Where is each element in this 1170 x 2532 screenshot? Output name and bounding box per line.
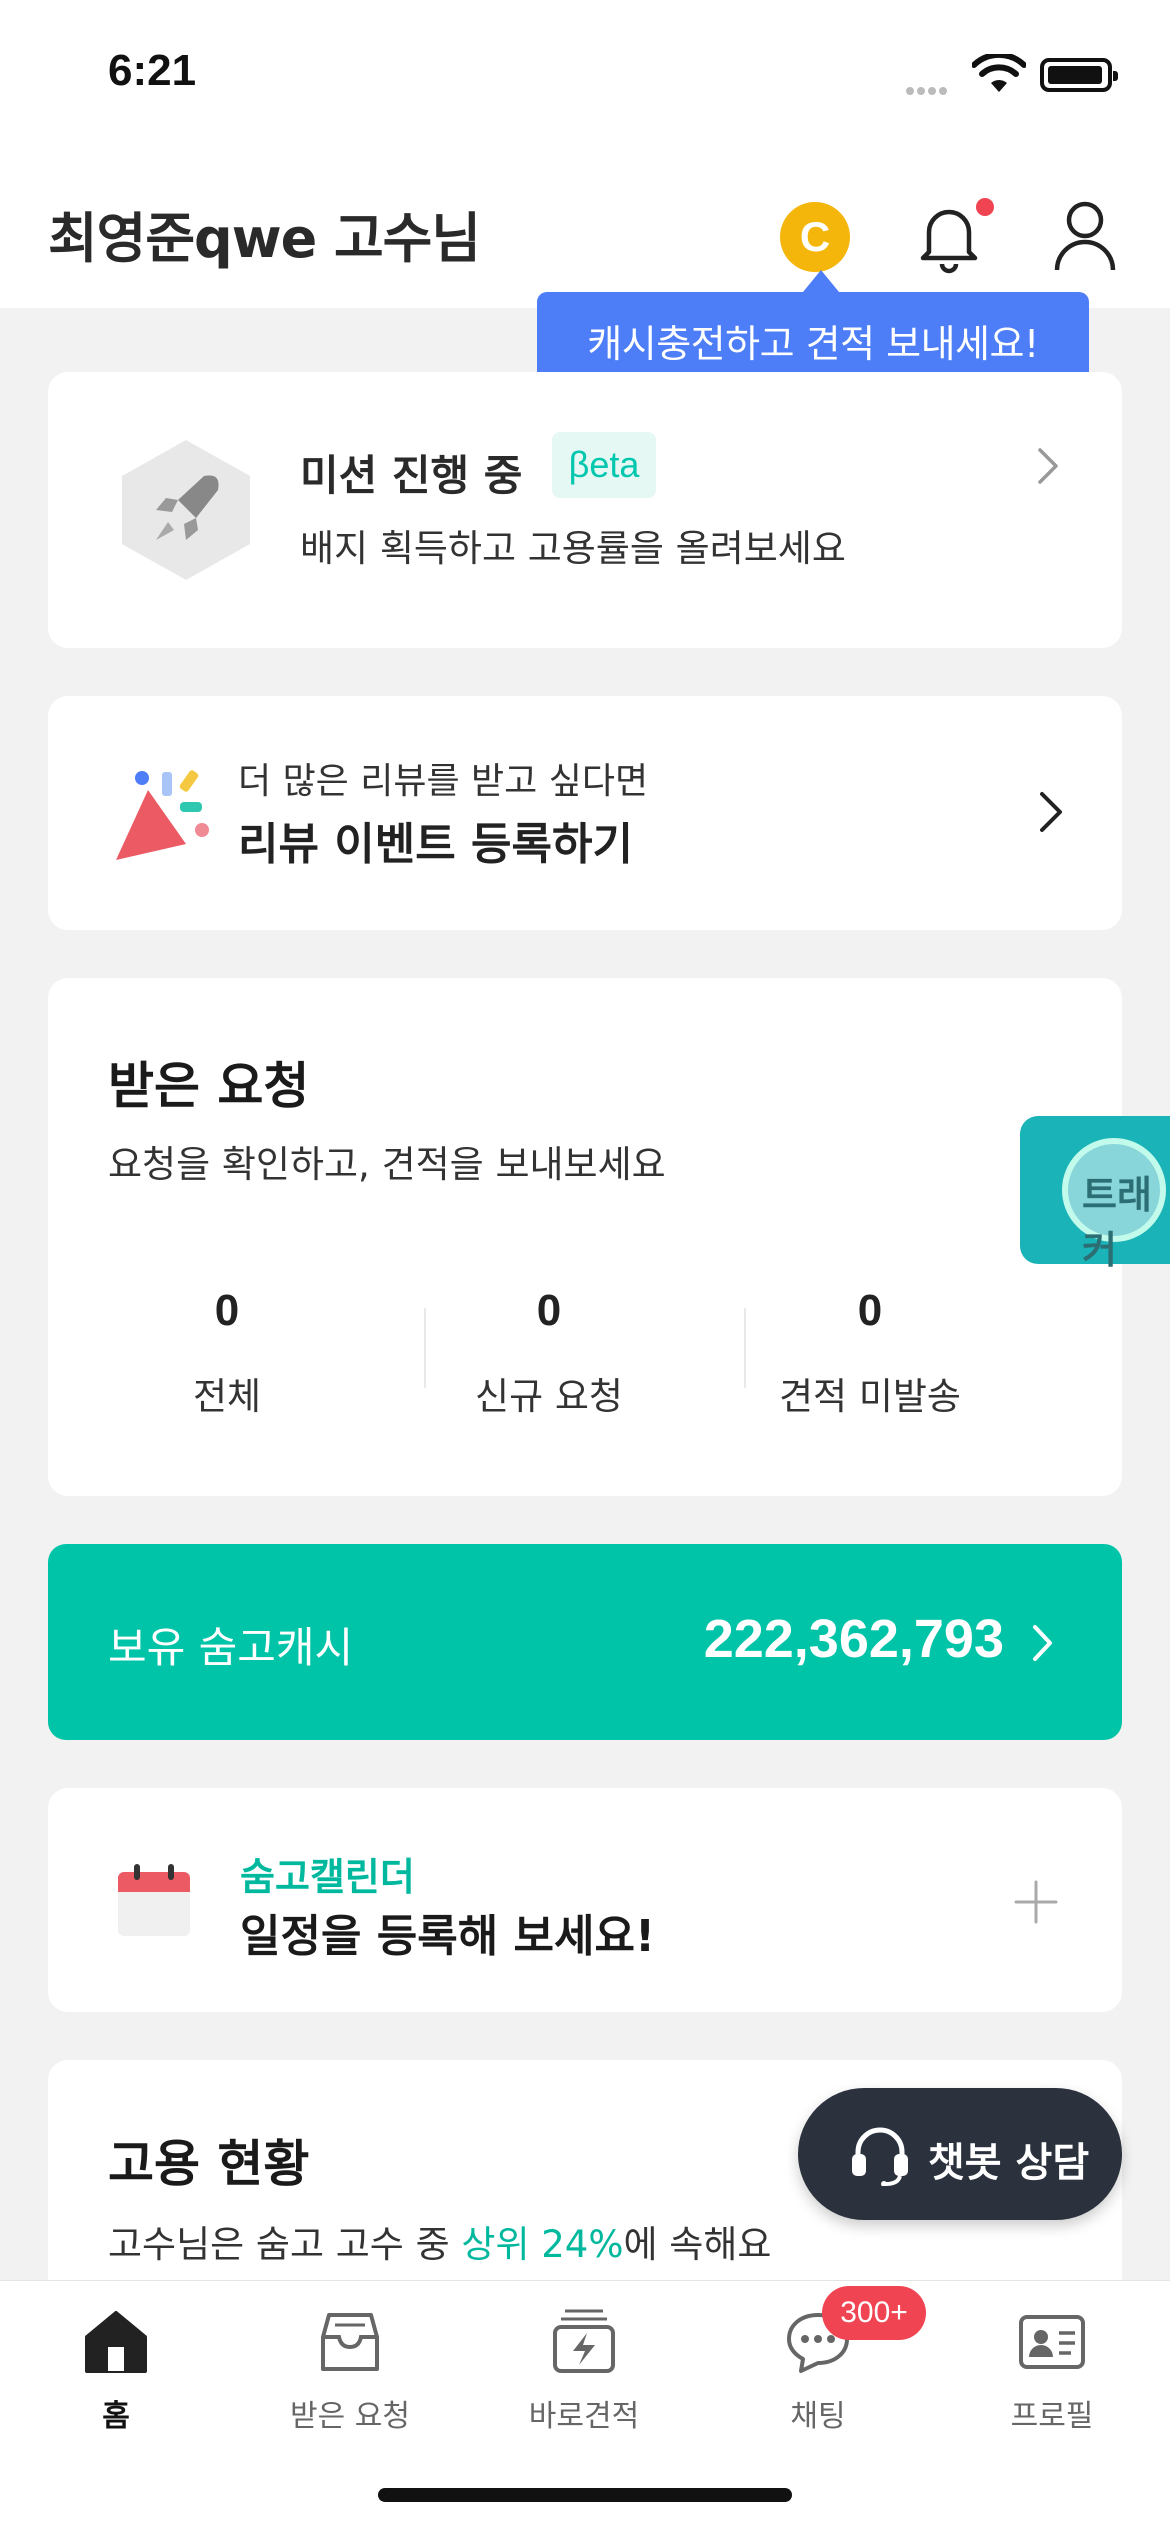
chevron-right-icon (1038, 448, 1058, 484)
home-icon (85, 2311, 147, 2373)
chatbot-button[interactable]: 챗봇 상담 (798, 2088, 1122, 2220)
cash-coin-icon[interactable]: C (780, 202, 850, 272)
status-time: 6:21 (108, 46, 197, 95)
nav-label: 받은 요청 (290, 2399, 410, 2434)
beta-tag: βeta (552, 432, 656, 498)
mission-subtitle: 배지 획득하고 고용률을 올려보세요 (300, 527, 846, 570)
nav-home[interactable]: 홈 (16, 2307, 216, 2435)
nav-quick-quote[interactable]: 바로견적 (484, 2307, 684, 2435)
tracker-button[interactable]: 트래커 (1020, 1116, 1170, 1272)
home-indicator[interactable] (378, 2488, 792, 2502)
calendar-title: 숨고캘린더 (240, 1855, 415, 1899)
stat-value: 0 (214, 1286, 240, 1335)
stat-value: 0 (536, 1286, 562, 1335)
chevron-right-icon (1040, 792, 1062, 832)
requests-title: 받은 요청 (108, 1057, 310, 1115)
headset-icon (852, 2127, 908, 2186)
stat-label: 견적 미발송 (779, 1375, 961, 1418)
tracker-label: 트래커 (1082, 1173, 1152, 1272)
stat-value: 0 (857, 1286, 883, 1335)
battery-icon (1040, 58, 1118, 92)
status-bar: 6:21 (0, 0, 1170, 150)
notification-dot (976, 198, 994, 216)
stat-label: 전체 (192, 1375, 262, 1418)
calendar-icon (118, 1864, 190, 1936)
mission-card[interactable]: 미션 진행 중 βeta 배지 획득하고 고용률을 올려보세요 (48, 372, 1122, 648)
nav-label: 채팅 (790, 2399, 846, 2434)
employment-subtitle: 고수님은 숨고 고수 중 상위 24%에 속해요 (108, 2214, 771, 2268)
calendar-subtitle: 일정을 등록해 보세요! (240, 1911, 656, 1962)
nav-label: 프로필 (1010, 2399, 1094, 2434)
add-icon[interactable] (1014, 1880, 1058, 1924)
profile-icon[interactable] (1052, 196, 1118, 274)
employment-title: 고용 현황 (108, 2135, 310, 2193)
cash-label: 보유 숨고캐시 (108, 1623, 354, 1672)
app-header: 최영준qwe 고수님 C (0, 150, 1170, 308)
wifi-icon (972, 54, 1026, 92)
chevron-right-icon (1033, 1625, 1052, 1661)
stat-label: 신규 요청 (475, 1375, 623, 1418)
review-event-card[interactable]: 더 많은 리뷰를 받고 싶다면 리뷰 이벤트 등록하기 (48, 696, 1122, 930)
inbox-icon (321, 2313, 379, 2371)
nav-received-requests[interactable]: 받은 요청 (250, 2307, 450, 2435)
cash-balance-bar[interactable]: 보유 숨고캐시 222,362,793 (48, 1544, 1122, 1740)
nav-profile[interactable]: 프로필 (952, 2307, 1152, 2435)
received-requests-card: 받은 요청 요청을 확인하고, 견적을 보내보세요 0 전체 0 신규 요청 0… (48, 978, 1122, 1496)
quick-quote-icon (553, 2309, 615, 2373)
stat-new-requests[interactable]: 0 신규 요청 (389, 1286, 709, 1420)
mission-title: 미션 진행 중 (300, 451, 523, 500)
bell-icon[interactable] (916, 198, 982, 274)
chat-unread-badge: 300+ (822, 2286, 926, 2340)
profile-card-icon (1019, 2315, 1085, 2369)
cash-amount: 222,362,793 (703, 1609, 1004, 1669)
chatbot-label: 챗봇 상담 (928, 2140, 1090, 2186)
employment-subtitle-suffix: 에 속해요 (623, 2223, 772, 2266)
review-event-subtitle: 더 많은 리뷰를 받고 싶다면 (238, 761, 649, 802)
requests-subtitle: 요청을 확인하고, 견적을 보내보세요 (108, 1143, 666, 1186)
rocket-badge-icon (122, 440, 250, 580)
employment-subtitle-prefix: 고수님은 숨고 고수 중 (108, 2223, 462, 2266)
stat-unsent-quotes[interactable]: 0 견적 미발송 (710, 1286, 1030, 1420)
stat-total[interactable]: 0 전체 (67, 1286, 387, 1420)
review-event-title: 리뷰 이벤트 등록하기 (238, 819, 633, 870)
party-popper-icon (116, 770, 209, 860)
calendar-card[interactable]: 숨고캘린더 일정을 등록해 보세요! (48, 1788, 1122, 2012)
employment-rank-highlight: 상위 24% (461, 2223, 624, 2266)
nav-label: 홈 (102, 2399, 130, 2434)
nav-label: 바로견적 (528, 2399, 640, 2434)
page-title: 최영준qwe 고수님 (48, 207, 481, 270)
signal-icon (906, 80, 958, 95)
